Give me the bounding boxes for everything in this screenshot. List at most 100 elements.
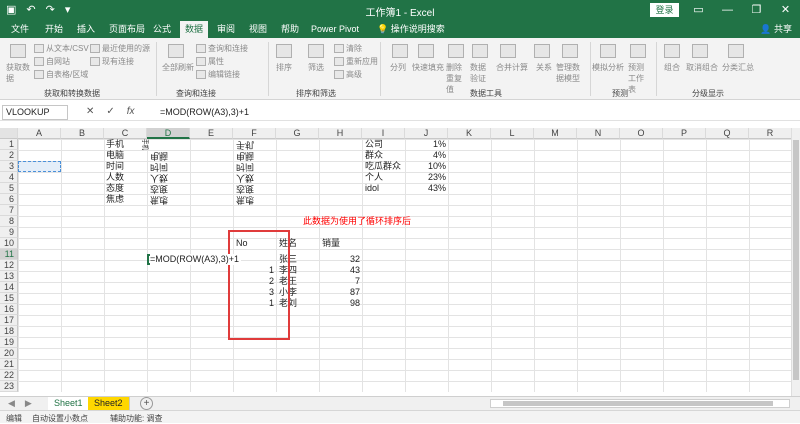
clear-button[interactable]: 清除 [334, 43, 362, 54]
login-button[interactable]: 登录 [650, 3, 679, 17]
column-header[interactable]: O [620, 128, 663, 139]
cell-d3[interactable]: 时间 [150, 161, 168, 172]
flash-fill-button[interactable]: 快速填充 [412, 62, 444, 73]
row-header[interactable]: 15 [0, 293, 18, 304]
status-accessibility[interactable]: 辅助功能: 调查 [110, 413, 162, 424]
cell-j1[interactable]: 1% [405, 139, 448, 150]
scroll-thumb[interactable] [503, 401, 773, 406]
row-header[interactable]: 9 [0, 227, 18, 238]
cell-h12[interactable]: 43 [319, 265, 362, 276]
queries-connections-button[interactable]: 查询和连接 [196, 43, 248, 54]
cell-f6[interactable]: 焦虑 [236, 194, 254, 205]
text-to-columns-button[interactable]: 分列 [390, 62, 406, 73]
row-header[interactable]: 4 [0, 172, 18, 183]
column-header[interactable]: I [362, 128, 405, 139]
cell-c4[interactable]: 人数 [106, 172, 124, 183]
row-header[interactable]: 6 [0, 194, 18, 205]
cell-d2[interactable]: 电脑 [150, 150, 168, 161]
cell-c1[interactable]: 手机 [106, 139, 124, 150]
column-header[interactable]: C [104, 128, 147, 139]
tell-me-search[interactable]: 💡 操作说明搜索 [372, 21, 450, 38]
tab-page-layout[interactable]: 页面布局 [104, 21, 150, 38]
refresh-all-button[interactable]: 全部刷新 [162, 62, 194, 73]
maximize-icon[interactable]: ❐ [742, 0, 771, 21]
tab-file[interactable]: 文件 [6, 21, 34, 38]
tab-formulas[interactable]: 公式 [148, 21, 176, 38]
tab-power-pivot[interactable]: Power Pivot [306, 21, 364, 38]
cell-f3[interactable]: 时间 [236, 161, 254, 172]
column-header[interactable]: D [147, 128, 190, 139]
row-header[interactable]: 19 [0, 337, 18, 348]
cell-f1[interactable]: 手机 [236, 139, 254, 150]
row-header[interactable]: 7 [0, 205, 18, 216]
column-header[interactable]: E [190, 128, 233, 139]
close-icon[interactable]: ✕ [771, 0, 800, 21]
row-header[interactable]: 14 [0, 282, 18, 293]
horizontal-scrollbar[interactable] [490, 399, 790, 408]
enter-icon[interactable]: ✓ [106, 106, 114, 117]
column-header[interactable]: K [448, 128, 491, 139]
cell-d6[interactable]: 焦虑 [150, 194, 168, 205]
row-header[interactable]: 17 [0, 315, 18, 326]
row-header[interactable]: 10 [0, 238, 18, 249]
remove-duplicates-button[interactable]: 删除重复值 [446, 62, 466, 95]
filter-button[interactable]: 筛选 [308, 62, 324, 73]
forecast-sheet-button[interactable]: 预测工作表 [628, 62, 648, 95]
prev-sheet-icon[interactable]: ◀ [8, 398, 15, 409]
formula-input[interactable]: =MOD(ROW(A3),3)+1 [160, 107, 249, 117]
cell-d4[interactable]: 人数 [150, 172, 168, 183]
row-header[interactable]: 11 [0, 249, 18, 260]
cell-f2[interactable]: 电脑 [236, 150, 254, 161]
cell-j4[interactable]: 23% [405, 172, 448, 183]
cell-c2[interactable]: 电脑 [106, 150, 124, 161]
column-header[interactable]: B [61, 128, 104, 139]
column-header[interactable]: J [405, 128, 448, 139]
reapply-button[interactable]: 重新应用 [334, 56, 378, 67]
insert-function-icon[interactable]: fx [127, 106, 135, 117]
cell-d11-editing[interactable]: =MOD(ROW(A3),3)+1 [150, 254, 242, 265]
column-header[interactable]: M [534, 128, 577, 139]
share-button[interactable]: 👤 共享 [760, 21, 792, 38]
column-header[interactable]: G [276, 128, 319, 139]
from-text-csv-button[interactable]: 从文本/CSV [34, 43, 89, 54]
cell-c3[interactable]: 时间 [106, 161, 124, 172]
cell-h14[interactable]: 87 [319, 287, 362, 298]
tab-data[interactable]: 数据 [180, 21, 209, 38]
row-header[interactable]: 1 [0, 139, 18, 150]
ungroup-button[interactable]: 取消组合 [686, 62, 718, 73]
relationships-button[interactable]: 关系 [536, 62, 552, 73]
row-header[interactable]: 5 [0, 183, 18, 194]
from-table-button[interactable]: 自表格/区域 [34, 69, 88, 80]
tab-help[interactable]: 帮助 [276, 21, 304, 38]
what-if-analysis-button[interactable]: 模拟分析 [592, 62, 624, 73]
row-header[interactable]: 13 [0, 271, 18, 282]
scroll-thumb[interactable] [793, 140, 799, 380]
cell-i2[interactable]: 群众 [365, 150, 383, 161]
group-button[interactable]: 组合 [664, 62, 680, 73]
row-header[interactable]: 12 [0, 260, 18, 271]
from-web-button[interactable]: 自网站 [34, 56, 70, 67]
get-data-button[interactable]: 获取数据 [6, 62, 32, 84]
cell-h15[interactable]: 98 [319, 298, 362, 309]
select-all-corner[interactable] [0, 128, 18, 139]
column-header[interactable]: H [319, 128, 362, 139]
existing-connections-button[interactable]: 现有连接 [90, 56, 134, 67]
sheet-tab-1[interactable]: Sheet1 [48, 397, 90, 410]
manage-data-model-button[interactable]: 管理数据模型 [556, 62, 582, 84]
cell-h10[interactable]: 销量 [322, 238, 340, 249]
cell-d5[interactable]: 态度 [150, 183, 168, 194]
cell-f4[interactable]: 人数 [236, 172, 254, 183]
cell-j5[interactable]: 43% [405, 183, 448, 194]
cell-h11[interactable]: 32 [319, 254, 362, 265]
tab-review[interactable]: 审阅 [212, 21, 240, 38]
properties-button[interactable]: 属性 [196, 56, 224, 67]
row-header[interactable]: 20 [0, 348, 18, 359]
cell-h13[interactable]: 7 [319, 276, 362, 287]
cell-f5[interactable]: 态度 [236, 183, 254, 194]
cell-c6[interactable]: 焦虑 [106, 194, 124, 205]
row-header[interactable]: 8 [0, 216, 18, 227]
column-header[interactable]: P [663, 128, 706, 139]
add-sheet-icon[interactable]: + [140, 397, 153, 410]
cell-j3[interactable]: 10% [405, 161, 448, 172]
cell-i5[interactable]: idol [365, 183, 379, 194]
